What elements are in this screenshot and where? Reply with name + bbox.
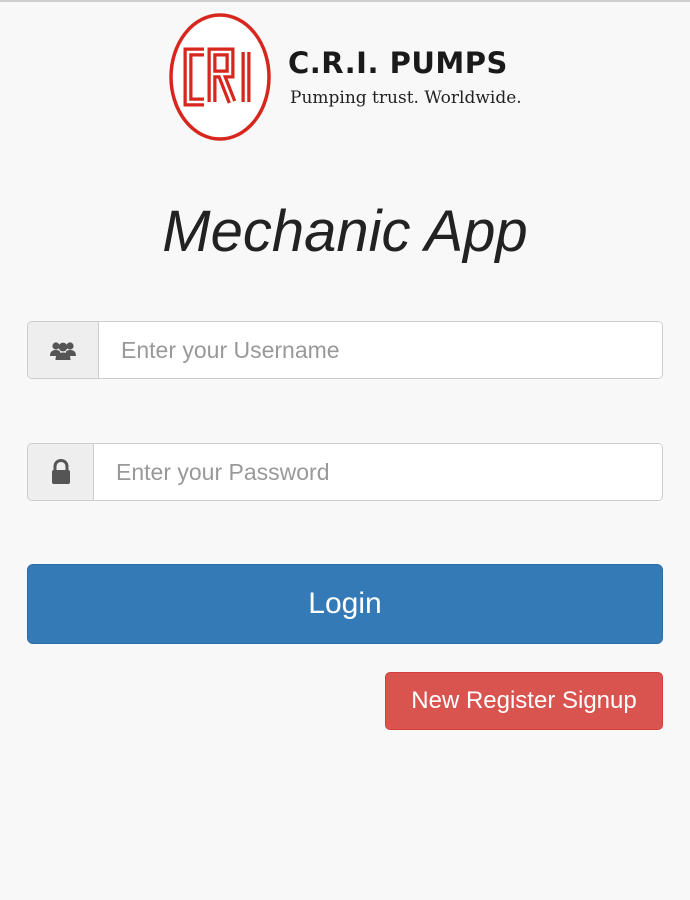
login-button[interactable]: Login <box>27 564 663 644</box>
cri-logo-mark <box>169 13 271 141</box>
lock-icon <box>28 444 94 500</box>
brand-name: C.R.I. PUMPS <box>288 46 508 80</box>
users-icon <box>28 322 99 378</box>
username-input-group <box>27 321 663 379</box>
brand-tagline: Pumping trust. Worldwide. <box>290 88 522 108</box>
new-register-signup-button[interactable]: New Register Signup <box>385 672 663 730</box>
password-input-group <box>27 443 663 501</box>
password-input[interactable] <box>94 444 662 500</box>
login-page: C.R.I. PUMPS Pumping trust. Worldwide. M… <box>0 0 690 900</box>
brand-logo: C.R.I. PUMPS Pumping trust. Worldwide. <box>168 12 548 144</box>
page-title: Mechanic App <box>162 199 528 264</box>
username-input[interactable] <box>99 322 662 378</box>
